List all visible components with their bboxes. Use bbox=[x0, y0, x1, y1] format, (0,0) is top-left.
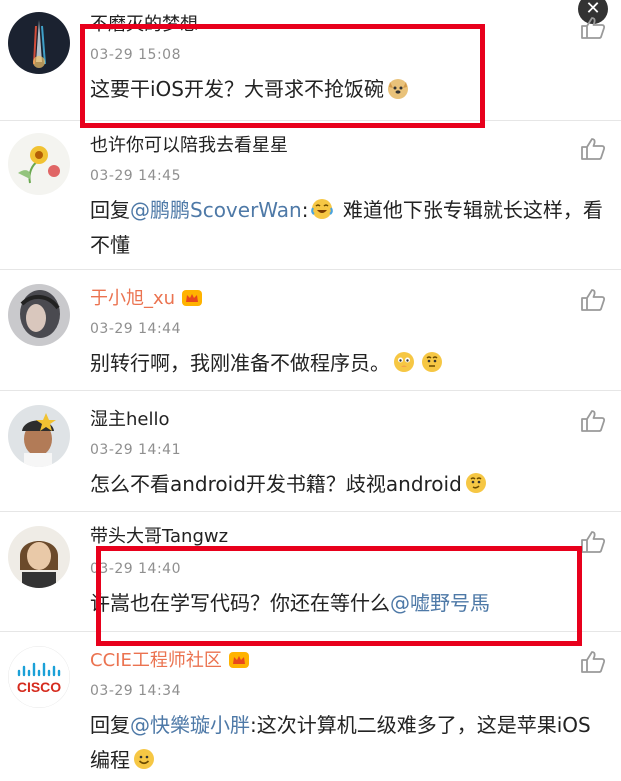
avatar[interactable] bbox=[8, 526, 70, 588]
comment-body: 怎么不看android开发书籍？歧视android bbox=[90, 472, 462, 496]
comment-text: 别转行啊，我刚准备不做程序员。 bbox=[90, 346, 610, 381]
comment-text: 回复@鹏鹏ScoverWan: 难道他下张专辑就长这样，看不懂 bbox=[90, 198, 603, 257]
comment-author[interactable]: CCIE工程师社区 bbox=[90, 650, 250, 672]
thumbs-up-icon[interactable] bbox=[580, 530, 606, 554]
comment-item: 于小旭_xu 03-29 14:44 别转行啊，我刚准备不做程序员。 bbox=[0, 270, 621, 388]
comment-list: ✕ 不磨灭的梦想 03-29 15:08 这要干iOS开发？大哥求不抢饭碗 也许… bbox=[0, 0, 621, 781]
thumbs-up-icon[interactable] bbox=[580, 650, 606, 674]
comment-time: 03-29 14:41 bbox=[90, 442, 181, 458]
pray-emoji bbox=[394, 352, 414, 372]
comment-body: 别转行啊，我刚准备不做程序员。 bbox=[90, 351, 390, 375]
author-name: 于小旭_xu bbox=[90, 288, 176, 309]
laugh-cry-emoji bbox=[311, 199, 334, 219]
highlight-box bbox=[80, 24, 485, 128]
comment-time: 03-29 14:45 bbox=[90, 168, 181, 184]
avatar[interactable] bbox=[8, 12, 70, 74]
comment-item: 湿主hello 03-29 14:41 怎么不看android开发书籍？歧视an… bbox=[0, 391, 621, 509]
comment-time: 03-29 14:34 bbox=[90, 683, 181, 699]
vip-crown-icon bbox=[228, 652, 249, 668]
thumbs-up-icon[interactable] bbox=[580, 16, 606, 40]
mention-link[interactable]: @鹏鹏ScoverWan bbox=[130, 198, 302, 222]
highlight-box bbox=[96, 546, 582, 646]
smile-emoji bbox=[134, 749, 154, 769]
comment-item: CISCO CCIE工程师社区 03-29 14:34 回复@快樂璇小胖:这次计… bbox=[0, 632, 621, 781]
cisco-logo: CISCO bbox=[17, 679, 61, 695]
thinking-emoji bbox=[465, 473, 486, 493]
avatar[interactable] bbox=[8, 284, 70, 346]
comment-author[interactable]: 带头大哥Tangwz bbox=[90, 526, 228, 548]
avatar[interactable] bbox=[8, 405, 70, 467]
thumbs-up-icon[interactable] bbox=[580, 409, 606, 433]
vip-crown-icon bbox=[182, 290, 203, 306]
comment-body: 回复 bbox=[90, 198, 130, 222]
comment-item: 也许你可以陪我去看星星 03-29 14:45 回复@鹏鹏ScoverWan: … bbox=[0, 121, 621, 269]
avatar[interactable] bbox=[8, 133, 70, 195]
thinking-emoji bbox=[422, 352, 442, 372]
comment-time: 03-29 14:44 bbox=[90, 321, 181, 337]
comment-body: 回复 bbox=[90, 713, 130, 737]
comment-text: 回复@快樂璇小胖:这次计算机二级难多了，这是苹果iOS编程 bbox=[90, 708, 610, 778]
mention-link[interactable]: @快樂璇小胖 bbox=[130, 713, 250, 737]
avatar[interactable]: CISCO bbox=[8, 646, 70, 708]
comment-text: 怎么不看android开发书籍？歧视android bbox=[90, 467, 610, 502]
comment-author[interactable]: 湿主hello bbox=[90, 409, 170, 431]
author-name: CCIE工程师社区 bbox=[90, 650, 222, 671]
thumbs-up-icon[interactable] bbox=[580, 288, 606, 312]
comment-author[interactable]: 于小旭_xu bbox=[90, 288, 203, 310]
thumbs-up-icon[interactable] bbox=[580, 137, 606, 161]
comment-author[interactable]: 也许你可以陪我去看星星 bbox=[90, 135, 288, 157]
